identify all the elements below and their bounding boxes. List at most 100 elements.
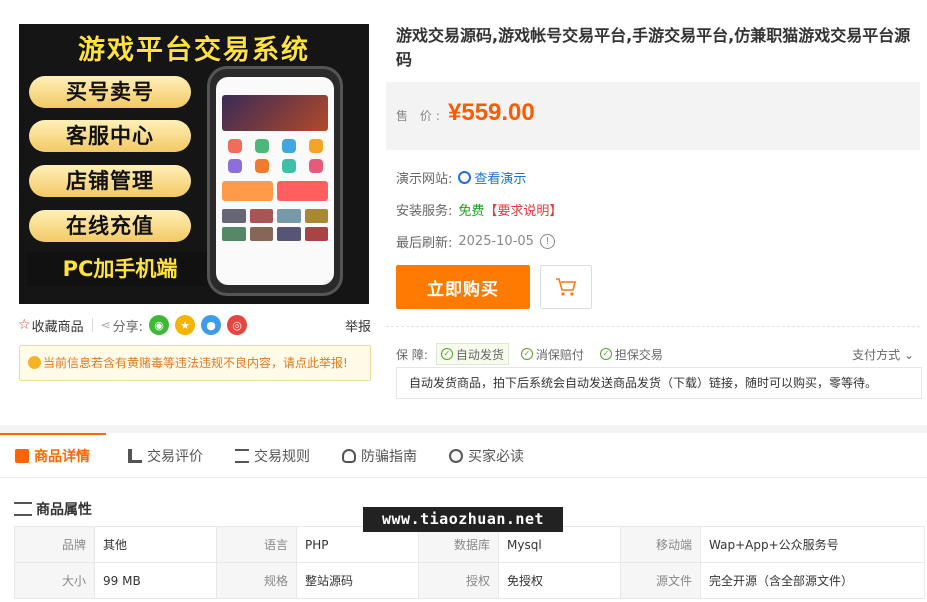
buy-now-button[interactable]: 立即购买 [396, 265, 530, 309]
warning-text: 当前信息若含有黄赌毒等违法违规不良内容，请点此举报! [43, 356, 348, 370]
tab-label: 交易评价 [147, 448, 203, 465]
target-icon [449, 448, 463, 463]
attr-value: 其他 [94, 526, 217, 563]
attr-key: 授权 [418, 562, 499, 599]
guarantee-tag[interactable]: ✓ 担保交易 [596, 343, 667, 365]
guarantee-tag[interactable]: ✓ 消保赔付 [517, 343, 588, 365]
qzone-icon[interactable]: ★ [175, 315, 196, 335]
tab-anti-fraud[interactable]: 防骗指南 [326, 433, 433, 478]
tab-label: 防骗指南 [361, 448, 417, 465]
attr-value: Wap+App+公众服务号 [700, 526, 925, 563]
favorite-button[interactable]: ☆ 收藏商品 [18, 316, 84, 335]
payment-method-dropdown[interactable]: 支付方式 ⌄ [852, 346, 914, 363]
check-icon: ✓ [440, 348, 453, 360]
bulb-icon [28, 356, 41, 369]
phone-cards [216, 177, 334, 205]
demo-link-text: 查看演示 [474, 172, 527, 187]
image-pill: 客服中心 [29, 120, 191, 152]
demo-label: 演示网站: [396, 172, 453, 187]
install-note-link[interactable]: 【要求说明】 [484, 200, 562, 219]
tab-label: 商品详情 [34, 448, 90, 465]
attr-key: 移动端 [620, 526, 701, 563]
guarantee-description: 自动发货商品，拍下后系统会自动发送商品发货（下载）链接，随时可以购买，零等待。 [396, 367, 922, 399]
product-title: 游戏交易源码,游戏帐号交易平台,手游交易平台,仿兼职猫游戏交易平台源码 [396, 26, 911, 69]
watermark: www.tiaozhuan.net [363, 507, 563, 532]
install-row: 安装服务: 免费 【要求说明】 [396, 200, 562, 219]
favorite-label: 收藏商品 [31, 319, 84, 335]
refresh-label: 最后刷新: [396, 236, 453, 251]
check-icon: ✓ [599, 348, 612, 360]
tab-product-details[interactable]: 商品详情 [0, 433, 106, 478]
weibo-icon[interactable]: ◎ [227, 315, 248, 335]
attr-value: 整站源码 [296, 562, 419, 599]
install-label: 安装服务: [396, 204, 453, 219]
thumbs-up-icon [128, 448, 142, 463]
payment-method-label: 支付方式 [852, 347, 901, 362]
attr-value: 完全开源（含全部源文件） [700, 562, 925, 599]
scale-icon [235, 448, 249, 463]
box-icon [15, 448, 29, 463]
image-headline: 游戏平台交易系统 [78, 35, 310, 66]
report-link[interactable]: 举报 [345, 316, 371, 335]
attr-value: 免授权 [498, 562, 621, 599]
price-label: 售 价: [396, 109, 444, 123]
attributes-table: 品牌 其他 语言 PHP 数据库 Mysql 移动端 Wap+App+公众服务号… [14, 526, 925, 599]
guarantee-section: 保 障: ✓ 自动发货 ✓ 消保赔付 ✓ 担保交易 支付方式 ⌄ 自动发货商品，拍下后… [386, 326, 922, 399]
phone-app-icons [216, 131, 334, 177]
share-icon: ⋖ [100, 318, 111, 332]
wechat-icon[interactable]: ◉ [149, 315, 170, 335]
detail-tabs: 商品详情 交易评价 交易规则 防骗指南 买家必读 [0, 433, 927, 478]
attr-key: 品牌 [14, 526, 95, 563]
add-to-cart-button[interactable] [540, 265, 592, 309]
phone-screen [216, 77, 334, 285]
phone-thumbs [216, 205, 334, 245]
check-icon: ✓ [520, 348, 533, 360]
price-box: 售 价: ¥559.00 [386, 82, 920, 150]
install-value: 免费 [458, 204, 485, 219]
report-warning[interactable]: 当前信息若含有黄赌毒等违法违规不良内容，请点此举报! [19, 345, 371, 381]
demo-link[interactable]: 查看演示 [458, 168, 526, 187]
guarantee-tag-label: 消保赔付 [535, 347, 584, 362]
phone-status-bar [216, 77, 334, 89]
list-icon [14, 502, 32, 516]
guarantee-tag-label: 自动发货 [455, 347, 504, 362]
image-footer: PC加手机端 [27, 252, 213, 286]
tab-buyer-notes[interactable]: 买家必读 [433, 433, 540, 478]
cart-icon [556, 278, 577, 296]
product-image[interactable]: 游戏平台交易系统 买号卖号 客服中心 店铺管理 在线充值 PC加手机端 [19, 24, 369, 304]
search-icon [458, 171, 472, 184]
demo-row: 演示网站: 查看演示 [396, 168, 526, 187]
info-icon[interactable]: ! [539, 234, 555, 249]
phone-banner [222, 95, 328, 131]
share-label: 分享: [112, 319, 144, 335]
guarantee-label: 保 障: [396, 347, 428, 362]
price-value: ¥559.00 [448, 99, 535, 126]
image-pill: 买号卖号 [29, 76, 191, 108]
star-icon: ☆ [18, 317, 31, 333]
attr-key: 大小 [14, 562, 95, 599]
image-pill: 在线充值 [29, 210, 191, 242]
attr-key: 规格 [216, 562, 297, 599]
guarantee-tag[interactable]: ✓ 自动发货 [435, 343, 509, 365]
attributes-title: 商品属性 [36, 502, 92, 518]
image-pill: 店铺管理 [29, 165, 191, 197]
refresh-row: 最后刷新: 2025-10-05 ! [396, 232, 555, 251]
table-row: 大小 99 MB 规格 整站源码 授权 免授权 源文件 完全开源（含全部源文件） [14, 562, 925, 599]
attr-value: 99 MB [94, 562, 217, 599]
tab-label: 买家必读 [468, 448, 524, 465]
qq-icon[interactable]: ● [201, 315, 222, 335]
guarantee-tag-label: 担保交易 [614, 347, 663, 362]
tab-reviews[interactable]: 交易评价 [106, 433, 219, 478]
attr-key: 语言 [216, 526, 297, 563]
phone-mockup [207, 66, 343, 296]
chevron-down-icon: ⌄ [900, 347, 914, 362]
guarantee-row: 保 障: ✓ 自动发货 ✓ 消保赔付 ✓ 担保交易 支付方式 ⌄ [396, 343, 914, 365]
tab-label: 交易规则 [254, 448, 310, 465]
attr-key: 源文件 [620, 562, 701, 599]
section-divider [0, 425, 927, 433]
tab-rules[interactable]: 交易规则 [219, 433, 326, 478]
share-row: ☆ 收藏商品 ⋖ 分享: ◉ ★ ● ◎ 举报 [18, 312, 371, 338]
attributes-heading: 商品属性 [14, 499, 92, 519]
refresh-date: 2025-10-05 [458, 234, 534, 249]
lightbulb-icon [342, 448, 356, 463]
